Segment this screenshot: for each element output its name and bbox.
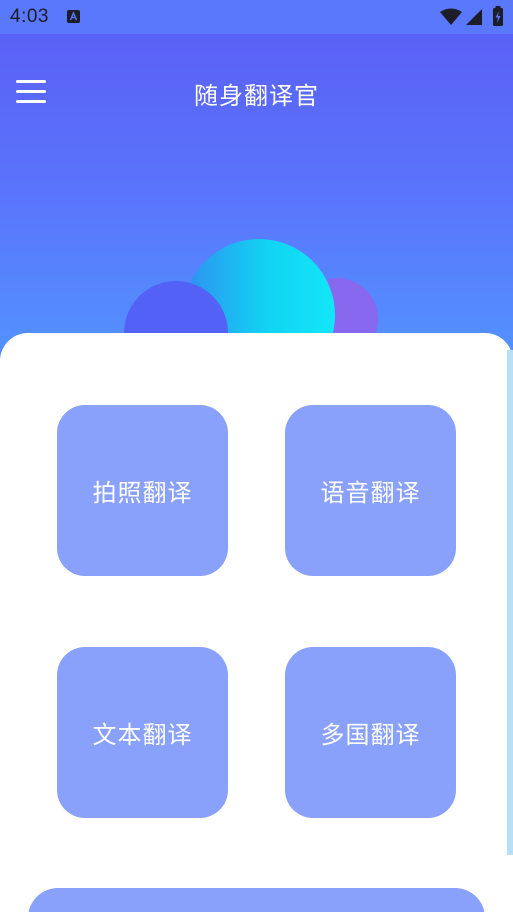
photo-translate-label: 拍照翻译 [92, 479, 193, 507]
photo-translate-button[interactable]: 拍照翻译 [57, 405, 228, 576]
voice-translate-label: 语音翻译 [320, 479, 421, 507]
multi-language-translate-button[interactable]: 多国翻译 [285, 647, 456, 818]
voice-translate-button[interactable]: 语音翻译 [285, 405, 456, 576]
text-translate-button[interactable]: 文本翻译 [57, 647, 228, 818]
multi-language-translate-label: 多国翻译 [320, 721, 421, 749]
bottom-action-button[interactable] [28, 888, 485, 912]
text-translate-label: 文本翻译 [92, 721, 193, 749]
scrollbar [507, 350, 513, 855]
